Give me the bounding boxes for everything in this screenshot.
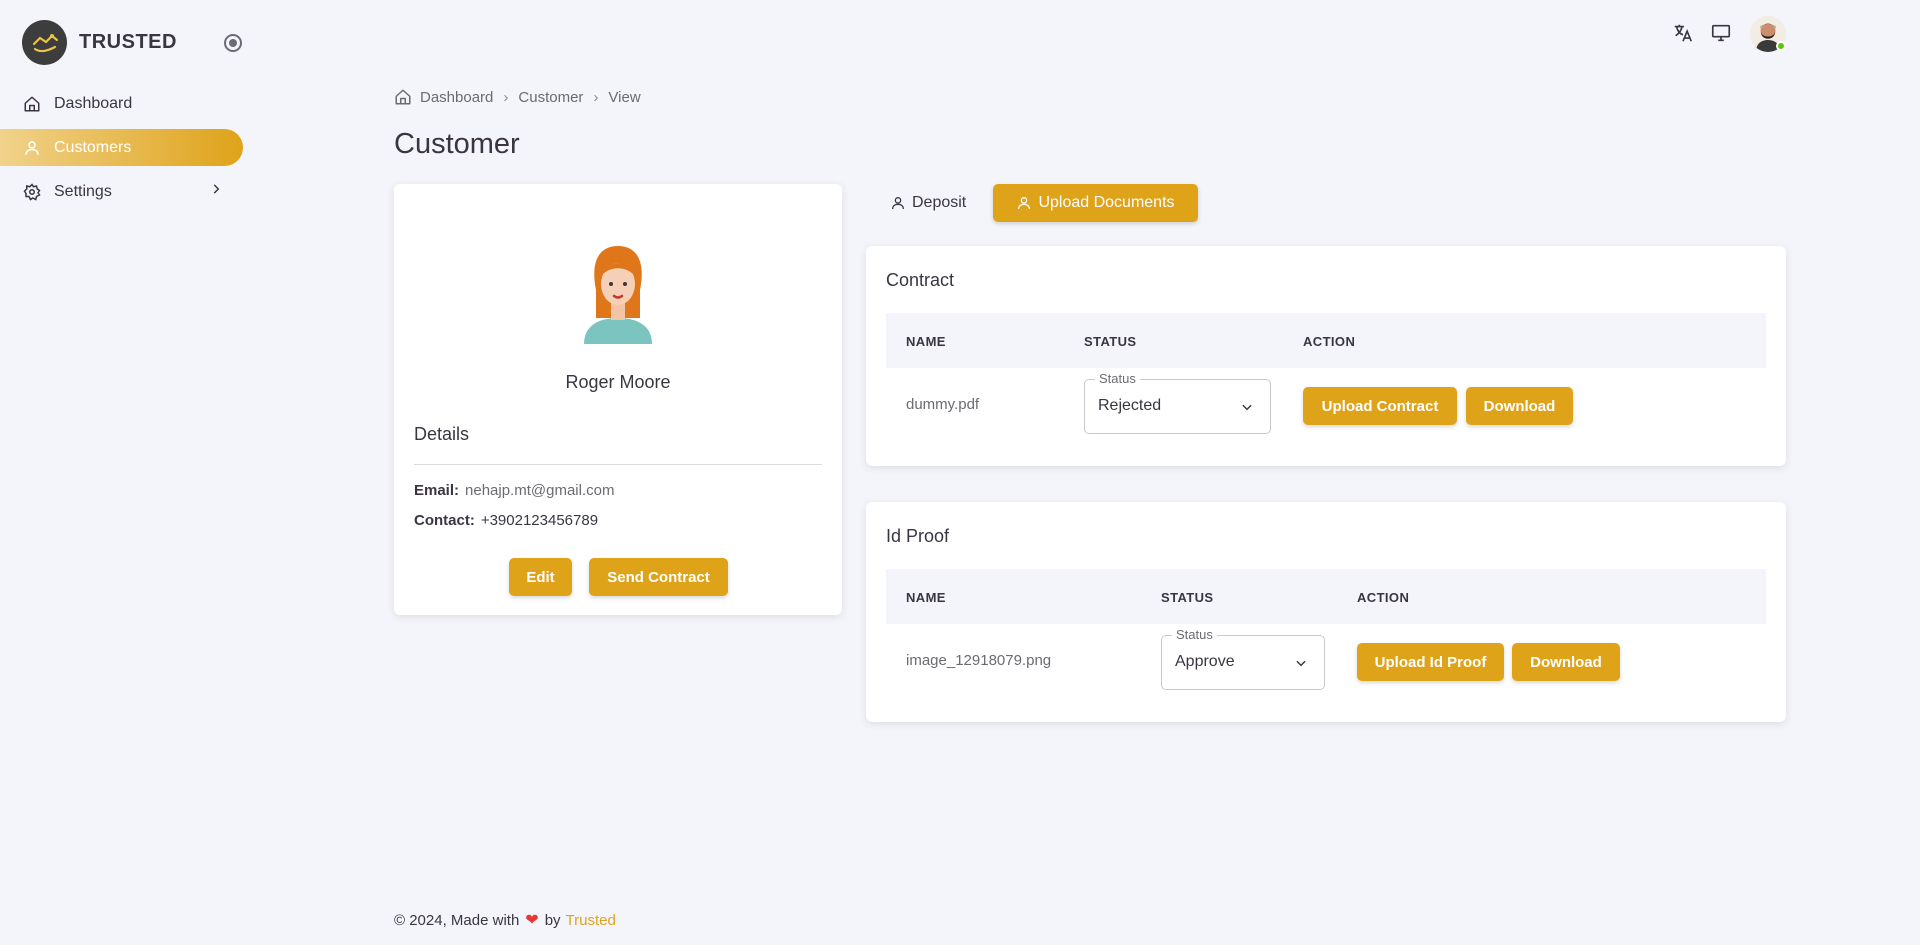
contract-status-select[interactable]: Status Rejected	[1084, 371, 1271, 434]
chevron-down-icon	[1240, 400, 1254, 419]
id-proof-status-select[interactable]: Status Approve	[1161, 627, 1325, 690]
sidebar: TRUSTED Dashboard Customers Settings	[0, 0, 260, 945]
tab-upload-documents[interactable]: Upload Documents	[993, 184, 1198, 222]
column-header-status: STATUS	[1161, 590, 1214, 605]
user-icon	[22, 138, 42, 158]
id-proof-title: Id Proof	[886, 526, 950, 546]
sidebar-item-label: Settings	[54, 182, 112, 200]
sidebar-item-customers[interactable]: Customers	[0, 129, 243, 166]
heart-icon: ❤	[525, 912, 539, 929]
status-value: Approve	[1175, 653, 1235, 670]
status-legend: Status	[1095, 371, 1140, 386]
settings-icon	[22, 182, 42, 202]
id-proof-table-header: NAME STATUS ACTION	[886, 569, 1766, 624]
contact-label: Contact:	[414, 512, 475, 529]
column-header-status: STATUS	[1084, 334, 1137, 349]
email-label: Email:	[414, 482, 460, 499]
sidebar-item-dashboard[interactable]: Dashboard	[0, 85, 243, 122]
brand-name: TRUSTED	[79, 31, 177, 53]
home-icon[interactable]	[394, 88, 412, 106]
upload-contract-button[interactable]: Upload Contract	[1303, 387, 1457, 425]
email-row: Email: nehajp.mt@gmail.com	[414, 482, 614, 499]
online-status-dot	[1776, 41, 1786, 51]
send-contract-button[interactable]: Send Contract	[589, 558, 728, 596]
contact-value: +3902123456789	[480, 512, 599, 529]
chevron-right-icon	[209, 182, 223, 201]
email-value: nehajp.mt@gmail.com	[465, 482, 615, 499]
status-value: Rejected	[1098, 397, 1162, 414]
upload-id-proof-button[interactable]: Upload Id Proof	[1357, 643, 1504, 681]
breadcrumb-separator: ›	[503, 88, 509, 106]
contract-file-name: dummy.pdf	[906, 396, 980, 413]
sidebar-collapse-toggle[interactable]	[224, 34, 242, 52]
id-proof-card: Id Proof NAME STATUS ACTION image_129180…	[866, 502, 1786, 722]
contract-title: Contract	[886, 270, 955, 290]
sidebar-item-settings[interactable]: Settings	[0, 173, 243, 210]
user-icon	[1016, 195, 1032, 211]
footer-brand-link[interactable]: Trusted	[566, 912, 616, 929]
column-header-name: NAME	[906, 590, 946, 605]
sidebar-item-label: Dashboard	[54, 94, 133, 112]
user-icon	[890, 195, 906, 211]
breadcrumb-separator: ›	[593, 88, 599, 106]
monitor-icon[interactable]	[1708, 20, 1734, 46]
id-proof-file-name: image_12918079.png	[906, 652, 1052, 669]
column-header-name: NAME	[906, 334, 946, 349]
tab-label: Deposit	[912, 194, 967, 211]
download-id-proof-button[interactable]: Download	[1512, 643, 1620, 681]
tab-label: Upload Documents	[1038, 194, 1175, 211]
brand[interactable]: TRUSTED	[22, 20, 177, 65]
chevron-down-icon	[1294, 656, 1308, 675]
page-title: Customer	[394, 128, 520, 160]
contact-row: Contact: +3902123456789	[414, 512, 598, 529]
breadcrumb: Dashboard › Customer › View	[394, 88, 641, 106]
customer-profile-card: Roger Moore Details Email: nehajp.mt@gmai…	[394, 184, 842, 615]
customer-name: Roger Moore	[565, 372, 671, 392]
details-heading: Details	[414, 424, 470, 444]
contract-table-header: NAME STATUS ACTION	[886, 313, 1766, 368]
footer-text: © 2024, Made with	[394, 911, 520, 929]
status-legend: Status	[1172, 627, 1217, 642]
column-header-action: ACTION	[1303, 334, 1356, 349]
translate-icon[interactable]	[1670, 20, 1696, 46]
breadcrumb-customer[interactable]: Customer	[518, 89, 583, 106]
sidebar-item-label: Customers	[54, 138, 132, 156]
footer-by: by	[544, 911, 561, 929]
breadcrumb-dashboard[interactable]: Dashboard	[420, 89, 493, 106]
home-icon	[22, 94, 42, 114]
column-header-action: ACTION	[1357, 590, 1410, 605]
download-contract-button[interactable]: Download	[1466, 387, 1573, 425]
divider	[414, 464, 822, 465]
contract-card: Contract NAME STATUS ACTION dummy.pdf St…	[866, 246, 1786, 466]
brand-logo	[22, 20, 67, 65]
footer: © 2024, Made with ❤ by Trusted	[394, 910, 616, 930]
breadcrumb-view: View	[608, 88, 641, 106]
tab-deposit[interactable]: Deposit	[880, 184, 976, 222]
customer-avatar	[578, 240, 658, 344]
edit-button[interactable]: Edit	[509, 558, 572, 596]
